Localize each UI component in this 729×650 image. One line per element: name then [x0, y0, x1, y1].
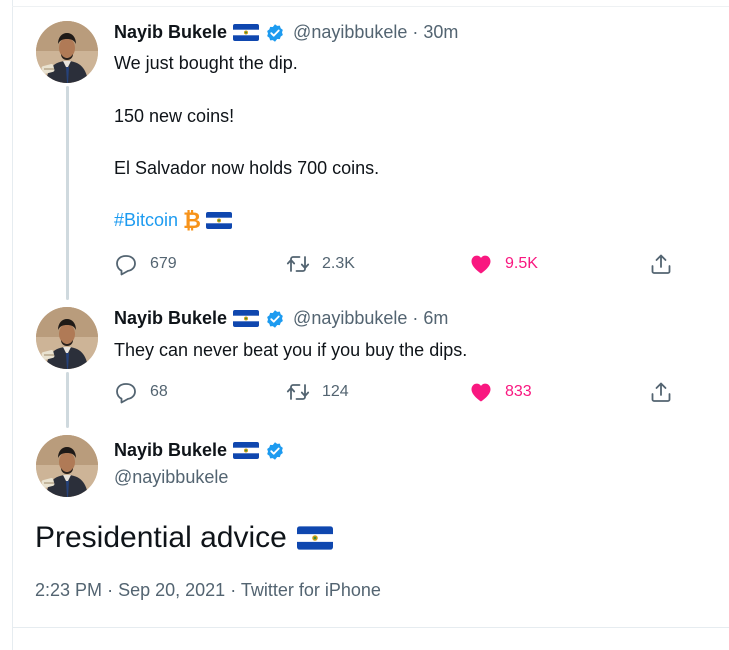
share-button[interactable]	[649, 379, 673, 405]
retweet-button[interactable]: 124	[286, 379, 349, 405]
el-salvador-flag-icon	[233, 310, 259, 327]
tweet-text-line: They can never beat you if you buy the d…	[114, 340, 468, 360]
avatar[interactable]	[36, 21, 98, 83]
tweet-text-line: We just bought the dip.	[114, 53, 298, 73]
tweet-text-line: El Salvador now holds 700 coins.	[114, 158, 380, 178]
heart-icon	[469, 380, 493, 404]
author-handle[interactable]: @nayibbukele	[293, 308, 407, 329]
tweet-time[interactable]: 30m	[423, 22, 458, 43]
share-icon	[649, 252, 673, 276]
main-tweet-handle-row: @nayibbukele	[114, 467, 228, 488]
el-salvador-flag-icon	[297, 526, 333, 550]
main-tweet-author: Nayib Bukele	[114, 440, 293, 461]
verified-badge-icon	[265, 309, 285, 329]
like-count: 833	[505, 383, 532, 400]
timeline-border-top	[12, 6, 729, 7]
tweet-timestamp[interactable]: 2:23 PM	[35, 580, 102, 600]
reply-button[interactable]: 68	[114, 379, 168, 405]
timeline-border-bottom	[12, 627, 729, 628]
verified-badge-icon	[265, 23, 285, 43]
reply-count: 679	[150, 255, 177, 272]
tweet-text-line: 150 new coins!	[114, 106, 235, 126]
reply-count: 68	[150, 383, 168, 400]
author-name[interactable]: Nayib Bukele	[114, 440, 227, 461]
reply-icon	[114, 252, 138, 276]
retweet-button[interactable]: 2.3K	[286, 251, 355, 277]
hashtag-link[interactable]: #Bitcoin	[114, 207, 178, 233]
tweet-actions: 68 124 833	[114, 379, 674, 405]
share-button[interactable]	[649, 251, 673, 277]
tweet-header: Nayib Bukele @nayibbukele · 6m	[114, 308, 448, 329]
heart-icon	[469, 252, 493, 276]
separator-dot: ·	[412, 308, 419, 328]
main-tweet-text-row: Presidential advice	[35, 521, 333, 555]
retweet-count: 2.3K	[322, 255, 355, 272]
el-salvador-flag-icon	[233, 24, 259, 41]
retweet-count: 124	[322, 383, 349, 400]
reply-icon	[114, 380, 138, 404]
like-button[interactable]: 9.5K	[469, 251, 538, 277]
main-tweet-text: Presidential advice	[35, 521, 287, 554]
retweet-icon	[286, 252, 310, 276]
tweet-source[interactable]: Twitter for iPhone	[241, 580, 381, 600]
author-name[interactable]: Nayib Bukele	[114, 22, 227, 43]
thread-connector	[66, 86, 69, 300]
reply-button[interactable]: 679	[114, 251, 177, 277]
tweet-hashtag-line: #Bitcoin	[114, 207, 232, 233]
author-name[interactable]: Nayib Bukele	[114, 308, 227, 329]
separator-dot: ·	[412, 22, 419, 42]
author-handle[interactable]: @nayibbukele	[114, 467, 228, 488]
timeline-border-left	[12, 0, 13, 650]
author-handle[interactable]: @nayibbukele	[293, 22, 407, 43]
tweet-header: Nayib Bukele @nayibbukele · 30m	[114, 22, 458, 43]
separator-dot: ·	[107, 580, 119, 600]
like-button[interactable]: 833	[469, 379, 532, 405]
verified-badge-icon	[265, 441, 285, 461]
avatar[interactable]	[36, 435, 98, 497]
retweet-icon	[286, 380, 310, 404]
tweet-metadata: 2:23 PM · Sep 20, 2021 · Twitter for iPh…	[35, 580, 381, 601]
separator-dot: ·	[230, 580, 241, 600]
tweet-time[interactable]: 6m	[423, 308, 448, 329]
el-salvador-flag-icon	[206, 212, 232, 229]
el-salvador-flag-icon	[233, 442, 259, 459]
bitcoin-icon	[182, 208, 202, 232]
share-icon	[649, 380, 673, 404]
tweet-actions: 679 2.3K 9.5K	[114, 251, 674, 277]
avatar[interactable]	[36, 307, 98, 369]
thread-connector	[66, 372, 69, 428]
like-count: 9.5K	[505, 255, 538, 272]
tweet-date[interactable]: Sep 20, 2021	[118, 580, 225, 600]
